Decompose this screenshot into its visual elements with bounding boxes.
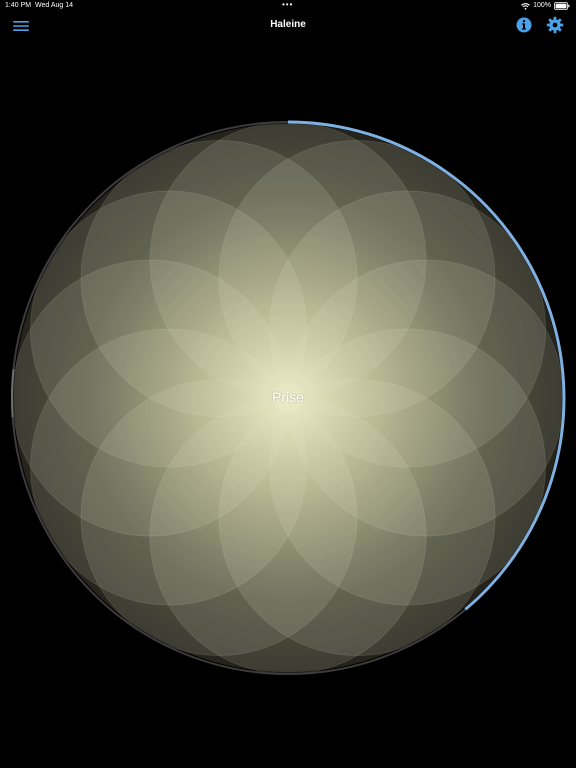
breathing-flower[interactable]: Prise [0,110,576,686]
breath-phase-label: Prise [272,389,304,405]
page-title: Haleine [270,19,306,30]
wifi-icon [521,2,530,10]
info-button[interactable] [515,16,533,34]
settings-button[interactable] [546,16,564,34]
battery-icon [554,2,570,10]
status-time: 1:40 PM [5,2,32,9]
multitasking-dots-icon[interactable]: ••• [282,0,293,11]
status-right: 100% [521,0,570,12]
flower-petal [80,140,358,417]
info-icon [516,17,532,33]
status-date: Wed Aug 14 [35,2,74,9]
gear-icon [546,16,564,34]
breathing-screen: 1:40 PM Wed Aug 14 ••• 100% Haleine Pris… [0,0,576,768]
battery-percentage: 100% [533,2,551,9]
status-bar: 1:40 PM Wed Aug 14 ••• 100% [0,0,576,12]
navigation-bar: Haleine [0,12,576,40]
